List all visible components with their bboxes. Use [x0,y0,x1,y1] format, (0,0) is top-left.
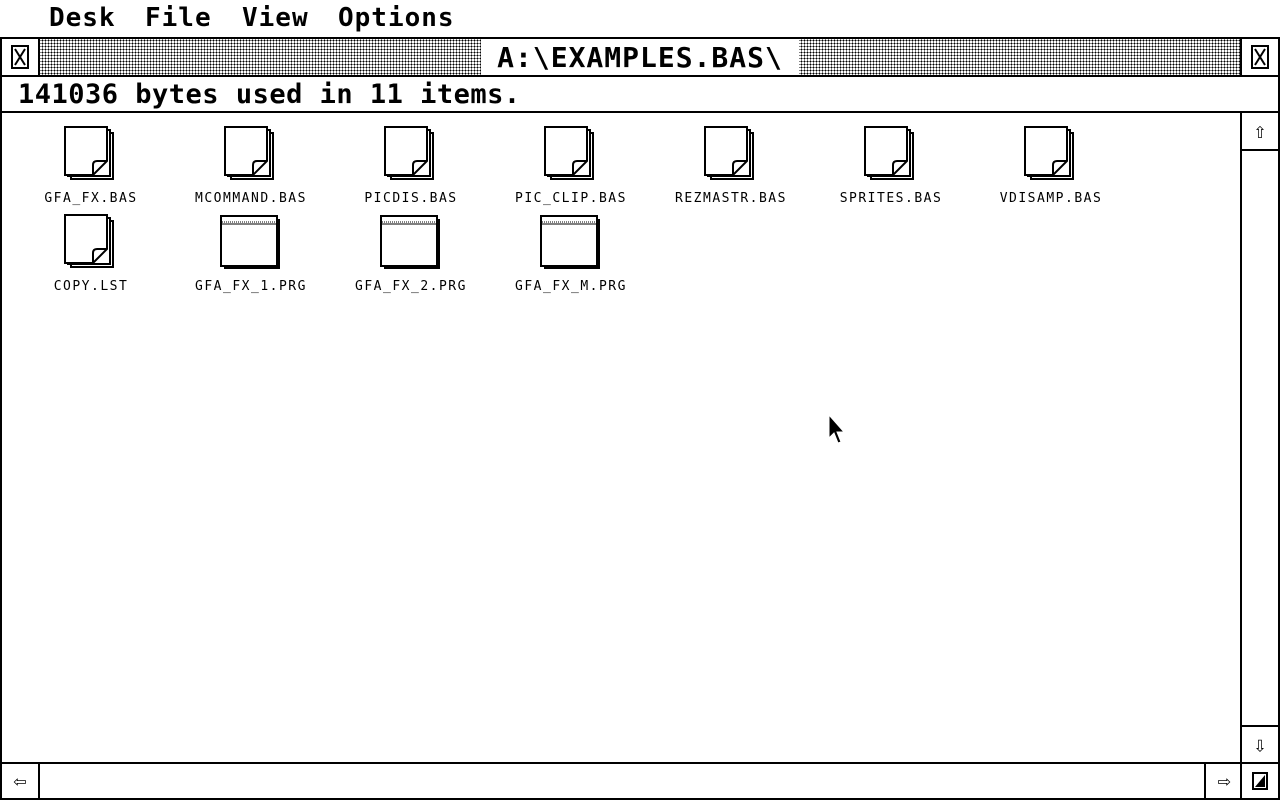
document-icon [1023,125,1079,187]
resize-handle-icon[interactable] [1240,764,1278,798]
file-label: SPRITES.BAS [839,191,943,206]
file-label: VDISAMP.BAS [999,191,1103,206]
vertical-scrollbar[interactable]: ⇧ ⇩ [1240,113,1278,763]
full-box-icon [1251,45,1269,69]
full-box-button[interactable] [1240,39,1278,75]
file-item[interactable]: GFA_FX_2.PRG [331,209,491,295]
horizontal-scrollbar[interactable]: ⇦ ⇨ [2,762,1278,798]
info-line: 141036 bytes used in 11 items. [2,77,1278,113]
program-icon [220,215,282,275]
file-label: GFA_FX_2.PRG [355,279,467,294]
document-icon [223,125,279,187]
file-label: GFA_FX.BAS [44,191,138,206]
document-icon [863,125,919,187]
file-label: GFA_FX_1.PRG [195,279,307,294]
file-label: REZMASTR.BAS [675,191,787,206]
file-item[interactable]: GFA_FX_M.PRG [491,209,651,295]
document-icon [703,125,759,187]
file-item[interactable]: PIC_CLIP.BAS [491,121,651,207]
file-item[interactable]: SPRITES.BAS [811,121,971,207]
document-icon [383,125,439,187]
menu-view[interactable]: View [240,0,311,36]
program-icon [380,215,442,275]
file-item[interactable]: VDISAMP.BAS [971,121,1131,207]
scroll-up-icon[interactable]: ⇧ [1242,113,1278,151]
file-label: MCOMMAND.BAS [195,191,307,206]
scroll-left-icon[interactable]: ⇦ [2,764,40,798]
mouse-pointer-icon [828,413,848,450]
file-item[interactable]: COPY.LST [11,209,171,295]
menu-bar: Desk File View Options [0,0,1280,36]
file-item[interactable]: GFA_FX.BAS [11,121,171,207]
window-title-bar[interactable]: A:\EXAMPLES.BAS\ [2,39,1278,77]
menu-options[interactable]: Options [336,0,457,36]
info-text: 141036 bytes used in 11 items. [18,79,521,110]
close-box-button[interactable] [2,39,40,75]
file-item[interactable]: PICDIS.BAS [331,121,491,207]
file-area: GFA_FX.BAS MCOMMAND.BAS PICDIS.BAS PIC_CLIP… [2,113,1242,763]
file-item[interactable]: REZMASTR.BAS [651,121,811,207]
file-label: GFA_FX_M.PRG [515,279,627,294]
menu-file[interactable]: File [143,0,214,36]
file-label: PIC_CLIP.BAS [515,191,627,206]
file-label: PICDIS.BAS [364,191,458,206]
close-box-icon [11,45,29,69]
scroll-right-icon[interactable]: ⇨ [1204,764,1242,798]
document-icon [63,125,119,187]
program-icon [540,215,602,275]
document-icon [63,213,119,275]
file-item[interactable]: MCOMMAND.BAS [171,121,331,207]
scroll-down-icon[interactable]: ⇩ [1242,725,1278,763]
desktop-window: A:\EXAMPLES.BAS\ 141036 bytes used in 11… [0,37,1280,800]
menu-desk[interactable]: Desk [47,0,118,36]
window-title: A:\EXAMPLES.BAS\ [481,39,799,75]
document-icon [543,125,599,187]
file-label: COPY.LST [53,279,129,294]
file-item[interactable]: GFA_FX_1.PRG [171,209,331,295]
